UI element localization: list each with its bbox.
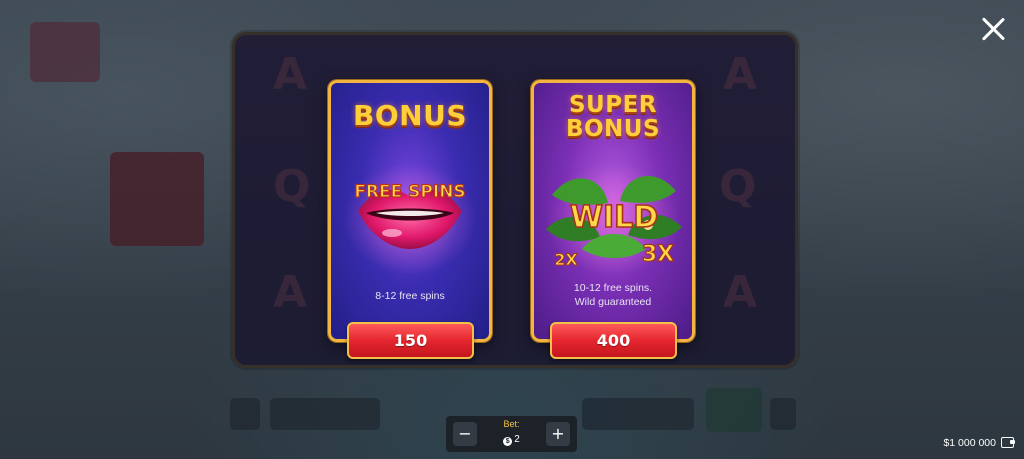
bet-amount: 2 xyxy=(514,434,520,445)
bonus-card[interactable]: BONUS FREE SPINS 8-12 free spins xyxy=(328,80,492,342)
bet-label: Bet: xyxy=(503,419,520,429)
bet-value: $2 xyxy=(482,434,541,446)
multiplier-left: 2X xyxy=(554,250,578,269)
close-icon[interactable] xyxy=(980,16,1006,42)
modal-overlay xyxy=(0,0,1024,459)
card-title-line: BONUS xyxy=(565,116,661,143)
wild-art-text: WILD xyxy=(570,200,658,235)
plus-icon[interactable]: + xyxy=(546,422,570,446)
wallet-icon[interactable] xyxy=(1001,437,1015,448)
free-spins-lips-icon: FREE SPINS xyxy=(354,181,466,249)
super-bonus-card[interactable]: SUPER BONUS WILD 2X 3X 10-12 free spins.… xyxy=(531,80,695,342)
free-spins-art-text: FREE SPINS xyxy=(354,182,465,202)
buy-bonus-button[interactable]: 150 xyxy=(347,322,474,359)
card-description: 10-12 free spins. Wild guaranteed xyxy=(534,281,692,309)
card-description-line: 10-12 free spins. xyxy=(573,282,653,294)
coin-icon: $ xyxy=(503,437,513,446)
card-title: SUPER BONUS xyxy=(534,93,692,141)
multiplier-right: 3X xyxy=(642,242,674,267)
wild-leaves-icon: WILD 2X 3X xyxy=(546,176,682,270)
balance-display: $1 000 000 xyxy=(943,437,996,449)
card-title: BONUS xyxy=(353,99,467,132)
minus-icon[interactable]: − xyxy=(453,422,477,446)
buy-super-bonus-button[interactable]: 400 xyxy=(550,322,677,359)
card-description-line: Wild guaranteed xyxy=(574,296,652,309)
bet-panel: − Bet: $2 + xyxy=(446,416,577,452)
card-title-line: SUPER xyxy=(568,92,658,118)
card-description: 8-12 free spins xyxy=(375,290,445,302)
